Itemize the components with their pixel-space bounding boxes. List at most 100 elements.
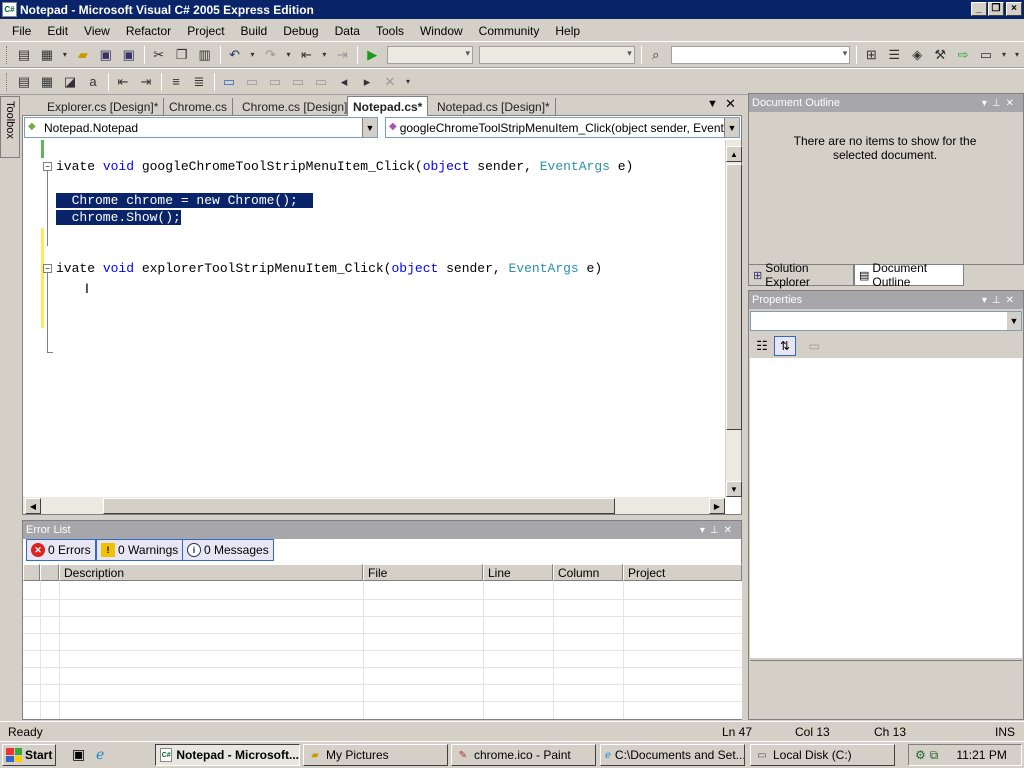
- next-bookmark-icon[interactable]: ▭: [264, 72, 286, 92]
- toolbar-grip[interactable]: [6, 45, 9, 64]
- column-file[interactable]: File: [363, 564, 483, 581]
- scroll-thumb[interactable]: [726, 164, 742, 430]
- chevron-down-icon[interactable]: ▼: [1007, 312, 1021, 330]
- menu-refactor[interactable]: Refactor: [118, 24, 179, 38]
- tab-explorer-design[interactable]: Explorer.cs [Design]*: [42, 98, 165, 116]
- redo-dropdown-icon[interactable]: ▾: [282, 45, 294, 65]
- decrease-indent-icon[interactable]: ⇤: [112, 72, 134, 92]
- comment-lines-icon[interactable]: ≡: [165, 72, 187, 92]
- code-area[interactable]: − − ivate void googleChromeToolStripMenu…: [23, 140, 725, 497]
- column-project[interactable]: Project: [623, 564, 742, 581]
- scroll-down-icon[interactable]: ▼: [726, 481, 742, 497]
- increase-indent-icon[interactable]: ⇥: [135, 72, 157, 92]
- scroll-up-icon[interactable]: ▲: [726, 146, 742, 162]
- scroll-thumb[interactable]: [103, 498, 615, 514]
- menu-window[interactable]: Window: [412, 24, 471, 38]
- errors-filter-button[interactable]: ✕ 0 Errors: [26, 539, 96, 561]
- menu-file[interactable]: File: [4, 24, 39, 38]
- new-project-icon[interactable]: ▤: [13, 45, 35, 65]
- platform-combo[interactable]: [479, 45, 635, 64]
- close-document-icon[interactable]: ✕: [725, 96, 736, 112]
- menu-community[interactable]: Community: [471, 24, 548, 38]
- toolbox-tab[interactable]: Toolbox: [0, 96, 20, 158]
- column-line[interactable]: Line: [483, 564, 553, 581]
- object-browser-icon[interactable]: ◈: [906, 45, 928, 65]
- class-dropdown[interactable]: ◆ Notepad.Notepad ▼: [24, 117, 378, 138]
- collapse-icon[interactable]: −: [43, 162, 52, 171]
- toggle-bookmark-icon[interactable]: ▭: [218, 72, 240, 92]
- uncomment-lines-icon[interactable]: ≣: [188, 72, 210, 92]
- find-in-files-icon[interactable]: ⌕: [645, 45, 667, 65]
- configuration-combo[interactable]: [387, 45, 474, 64]
- alphabetical-icon[interactable]: ⇅: [774, 336, 796, 356]
- tab-chrome-cs[interactable]: Chrome.cs: [164, 98, 234, 116]
- paste-icon[interactable]: ▥: [194, 45, 216, 65]
- toolbar-options-icon[interactable]: ▾: [402, 72, 414, 92]
- restore-button[interactable]: ❐: [988, 2, 1004, 16]
- clear-bookmarks-icon[interactable]: ✕: [379, 72, 401, 92]
- toolbar-options-icon[interactable]: ▾: [1011, 45, 1023, 65]
- messages-filter-button[interactable]: i 0 Messages: [182, 539, 274, 561]
- collapse-icon[interactable]: −: [43, 264, 52, 273]
- horizontal-scrollbar[interactable]: ◀ ▶: [23, 497, 725, 514]
- save-all-icon[interactable]: ▣: [118, 45, 140, 65]
- menu-help[interactable]: Help: [547, 24, 588, 38]
- close-button[interactable]: ×: [1006, 2, 1022, 16]
- panel-buttons[interactable]: ▾⊥✕: [700, 525, 737, 536]
- properties-header[interactable]: Properties ▾⊥✕: [749, 291, 1023, 309]
- vertical-scrollbar[interactable]: ▲ ▼: [725, 140, 742, 497]
- warnings-filter-button[interactable]: ! 0 Warnings: [96, 539, 184, 561]
- next-bookmark-in-folder-icon[interactable]: ▭: [310, 72, 332, 92]
- menu-build[interactable]: Build: [233, 24, 276, 38]
- navigate-backward-icon[interactable]: ⇤: [295, 45, 317, 65]
- menu-project[interactable]: Project: [179, 24, 232, 38]
- display-quick-info-icon[interactable]: ◪: [59, 72, 81, 92]
- tab-chrome-design[interactable]: Chrome.cs [Design]: [237, 98, 354, 116]
- start-debugging-icon[interactable]: ▶: [361, 45, 383, 65]
- tab-solution-explorer[interactable]: ⊞ Solution Explorer: [748, 261, 854, 289]
- column-description[interactable]: Description: [59, 564, 363, 581]
- tray-app-icon[interactable]: ⚙: [915, 748, 926, 762]
- minimize-button[interactable]: _: [971, 2, 987, 16]
- start-button[interactable]: Start: [2, 744, 56, 766]
- document-outline-header[interactable]: Document Outline ▾⊥✕: [749, 94, 1023, 112]
- toolbar-grip[interactable]: [6, 72, 9, 91]
- property-pages-icon[interactable]: ▭: [804, 336, 824, 356]
- copy-icon[interactable]: ❐: [171, 45, 193, 65]
- tab-notepad-design[interactable]: Notepad.cs [Design]*: [432, 98, 556, 116]
- save-icon[interactable]: ▣: [95, 45, 117, 65]
- display-object-member-list-icon[interactable]: ▤: [13, 72, 35, 92]
- task-documents-folder[interactable]: ℯ C:\Documents and Set...: [600, 744, 745, 766]
- internet-explorer-icon[interactable]: ℯ: [96, 746, 104, 763]
- navigate-dropdown-icon[interactable]: ▾: [318, 45, 330, 65]
- other-windows-icon[interactable]: ▭: [975, 45, 997, 65]
- menu-view[interactable]: View: [76, 24, 118, 38]
- task-local-disk[interactable]: ▭ Local Disk (C:): [750, 744, 895, 766]
- menu-tools[interactable]: Tools: [368, 24, 412, 38]
- menu-edit[interactable]: Edit: [39, 24, 76, 38]
- toolbox-icon[interactable]: ⚒: [929, 45, 951, 65]
- previous-bookmark-in-document-icon[interactable]: ◂: [333, 72, 355, 92]
- chevron-down-icon[interactable]: ▼: [724, 118, 739, 137]
- cut-icon[interactable]: ✂: [148, 45, 170, 65]
- tab-notepad-cs[interactable]: Notepad.cs*: [347, 96, 429, 116]
- task-notepad-visual-csharp[interactable]: C# Notepad - Microsoft...: [155, 744, 300, 766]
- menu-debug[interactable]: Debug: [275, 24, 326, 38]
- categorized-icon[interactable]: ☷: [752, 336, 772, 356]
- show-desktop-icon[interactable]: ▣: [72, 746, 85, 763]
- find-combo[interactable]: [670, 45, 851, 64]
- tab-document-outline[interactable]: ▤ Document Outline: [854, 261, 964, 289]
- add-item-dropdown-icon[interactable]: ▾: [59, 45, 71, 65]
- task-my-pictures[interactable]: ▰ My Pictures: [303, 744, 448, 766]
- redo-icon[interactable]: ↷: [260, 45, 282, 65]
- previous-bookmark-in-folder-icon[interactable]: ▭: [287, 72, 309, 92]
- add-item-icon[interactable]: ▦: [36, 45, 58, 65]
- scroll-right-icon[interactable]: ▶: [709, 498, 725, 514]
- member-dropdown[interactable]: ◆ googleChromeToolStripMenuItem_Click(ob…: [385, 117, 740, 138]
- display-word-completion-icon[interactable]: a: [82, 72, 104, 92]
- menu-data[interactable]: Data: [327, 24, 368, 38]
- title-bar[interactable]: C# Notepad - Microsoft Visual C# 2005 Ex…: [0, 0, 1024, 19]
- properties-object-combo[interactable]: ▼: [750, 311, 1022, 331]
- open-folder-icon[interactable]: ▰: [72, 45, 94, 65]
- display-parameter-info-icon[interactable]: ▦: [36, 72, 58, 92]
